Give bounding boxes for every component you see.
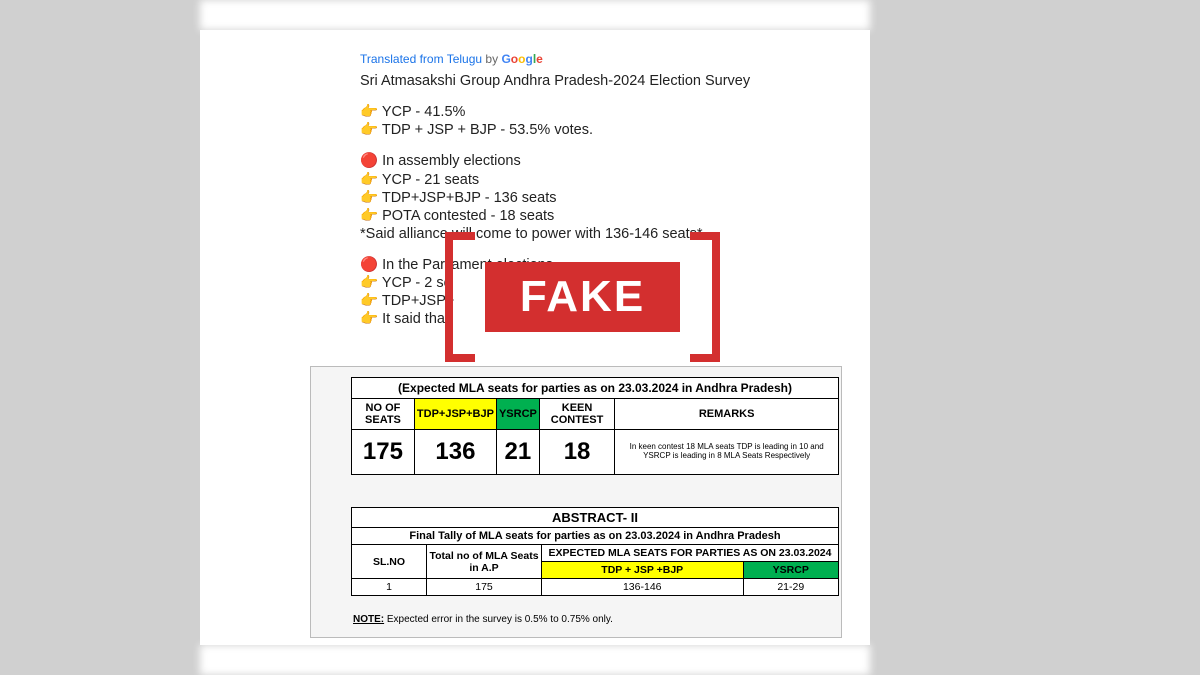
point-icon: 👉 (360, 275, 378, 291)
post-title: Sri Atmasakshi Group Andhra Pradesh-2024… (360, 72, 750, 90)
point-icon: 👉 (360, 208, 378, 224)
point-icon: 👉 (360, 293, 378, 309)
table1-val-remarks: In keen contest 18 MLA seats TDP is lead… (615, 430, 839, 475)
table1-val-keen: 18 (539, 430, 614, 475)
point-icon: 👉 (360, 172, 378, 188)
survey-note: NOTE: Expected error in the survey is 0.… (353, 614, 613, 625)
blurred-background-top (200, 0, 870, 30)
table2-hdr-total: Total no of MLA Seats in A.P (427, 545, 542, 579)
table2-row-tdp: 136-146 (542, 579, 744, 596)
bracket-right-icon (690, 232, 720, 362)
table2-hdr-expected: EXPECTED MLA SEATS FOR PARTIES AS ON 23.… (542, 545, 839, 562)
table2-row-total: 175 (427, 579, 542, 596)
bracket-left-icon (445, 232, 475, 362)
table1-caption: (Expected MLA seats for parties as on 23… (352, 378, 839, 399)
table1-hdr-ysrcp: YSRCP (496, 399, 539, 430)
abstract-1-table: (Expected MLA seats for parties as on 23… (351, 377, 839, 475)
table2-hdr-tdp: TDP + JSP +BJP (542, 562, 744, 579)
assembly-line-1: 👉 YCP - 21 seats (360, 171, 750, 189)
table1-val-tdp: 136 (414, 430, 496, 475)
table1-hdr-seats: NO OF SEATS (352, 399, 415, 430)
abstract-2-table: ABSTRACT- II Final Tally of MLA seats fo… (351, 507, 839, 596)
table1-hdr-keen: KEEN CONTEST (539, 399, 614, 430)
note-text: Expected error in the survey is 0.5% to … (384, 614, 613, 625)
blurred-background-bottom (200, 645, 870, 675)
red-circle-icon: 🔴 (360, 257, 378, 273)
point-icon: 👉 (360, 311, 378, 327)
table1-hdr-tdp: TDP+JSP+BJP (414, 399, 496, 430)
point-icon: 👉 (360, 122, 378, 138)
table1-val-seats: 175 (352, 430, 415, 475)
table1-hdr-remarks: REMARKS (615, 399, 839, 430)
table2-row-slno: 1 (352, 579, 427, 596)
embedded-image: (Expected MLA seats for parties as on 23… (310, 366, 842, 638)
translate-attribution: Translated from Telugu by Google (360, 52, 543, 66)
fake-label: FAKE (485, 262, 680, 332)
table1-val-ysrcp: 21 (496, 430, 539, 475)
table2-title: ABSTRACT- II (352, 508, 839, 528)
assembly-line-3: 👉 POTA contested - 18 seats (360, 207, 750, 225)
note-label: NOTE: (353, 614, 384, 625)
google-logo: Google (501, 52, 542, 66)
translate-prefix: Translated from Telugu (360, 52, 482, 66)
point-icon: 👉 (360, 190, 378, 206)
point-icon: 👉 (360, 104, 378, 120)
translate-by: by (485, 52, 498, 66)
fake-stamp-overlay: FAKE (445, 232, 720, 362)
assembly-line-2: 👉 TDP+JSP+BJP - 136 seats (360, 189, 750, 207)
vote-line-2: 👉 TDP + JSP + BJP - 53.5% votes. (360, 121, 750, 139)
assembly-header: 🔴 In assembly elections (360, 152, 750, 170)
red-circle-icon: 🔴 (360, 153, 378, 169)
table2-row-ysrcp: 21-29 (743, 579, 839, 596)
table2-subtitle: Final Tally of MLA seats for parties as … (352, 528, 839, 545)
vote-line-1: 👉 YCP - 41.5% (360, 103, 750, 121)
table2-hdr-ysrcp: YSRCP (743, 562, 839, 579)
table2-hdr-slno: SL.NO (352, 545, 427, 579)
